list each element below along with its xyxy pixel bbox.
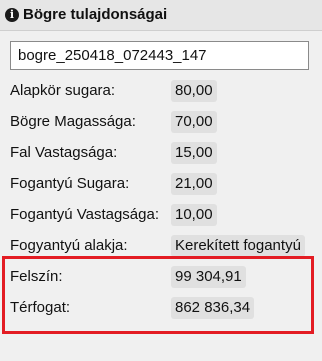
- property-value-wall-thickness[interactable]: 15,00: [171, 142, 217, 164]
- property-value-handle-thickness[interactable]: 10,00: [171, 204, 217, 226]
- name-input[interactable]: [10, 41, 309, 70]
- property-label-handle-thickness: Fogantyú Vastagsága:: [10, 206, 159, 223]
- property-value-mug-height[interactable]: 70,00: [171, 111, 217, 133]
- property-value-handle-shape[interactable]: Kerekített fogantyú: [171, 235, 305, 257]
- property-label-base-radius: Alapkör sugara:: [10, 82, 116, 99]
- computed-label-volume: Térfogat:: [10, 299, 71, 316]
- panel-header: i Bögre tulajdonságai: [0, 0, 322, 31]
- property-value-base-radius[interactable]: 80,00: [171, 80, 217, 102]
- properties-panel: i Bögre tulajdonságai Alapkör sugara: 80…: [0, 0, 322, 361]
- panel-title: Bögre tulajdonságai: [23, 6, 168, 23]
- property-label-handle-shape: Fogyantyú alakja:: [10, 237, 128, 254]
- computed-value-surface: 99 304,91: [171, 266, 246, 288]
- property-value-handle-radius[interactable]: 21,00: [171, 173, 217, 195]
- computed-value-volume: 862 836,34: [171, 297, 255, 319]
- property-label-wall-thickness: Fal Vastagsága:: [10, 144, 118, 161]
- info-icon: i: [5, 8, 19, 22]
- computed-label-surface: Felszín:: [10, 268, 63, 285]
- property-label-handle-radius: Fogantyú Sugara:: [10, 175, 130, 192]
- property-label-mug-height: Bögre Magassága:: [10, 113, 136, 130]
